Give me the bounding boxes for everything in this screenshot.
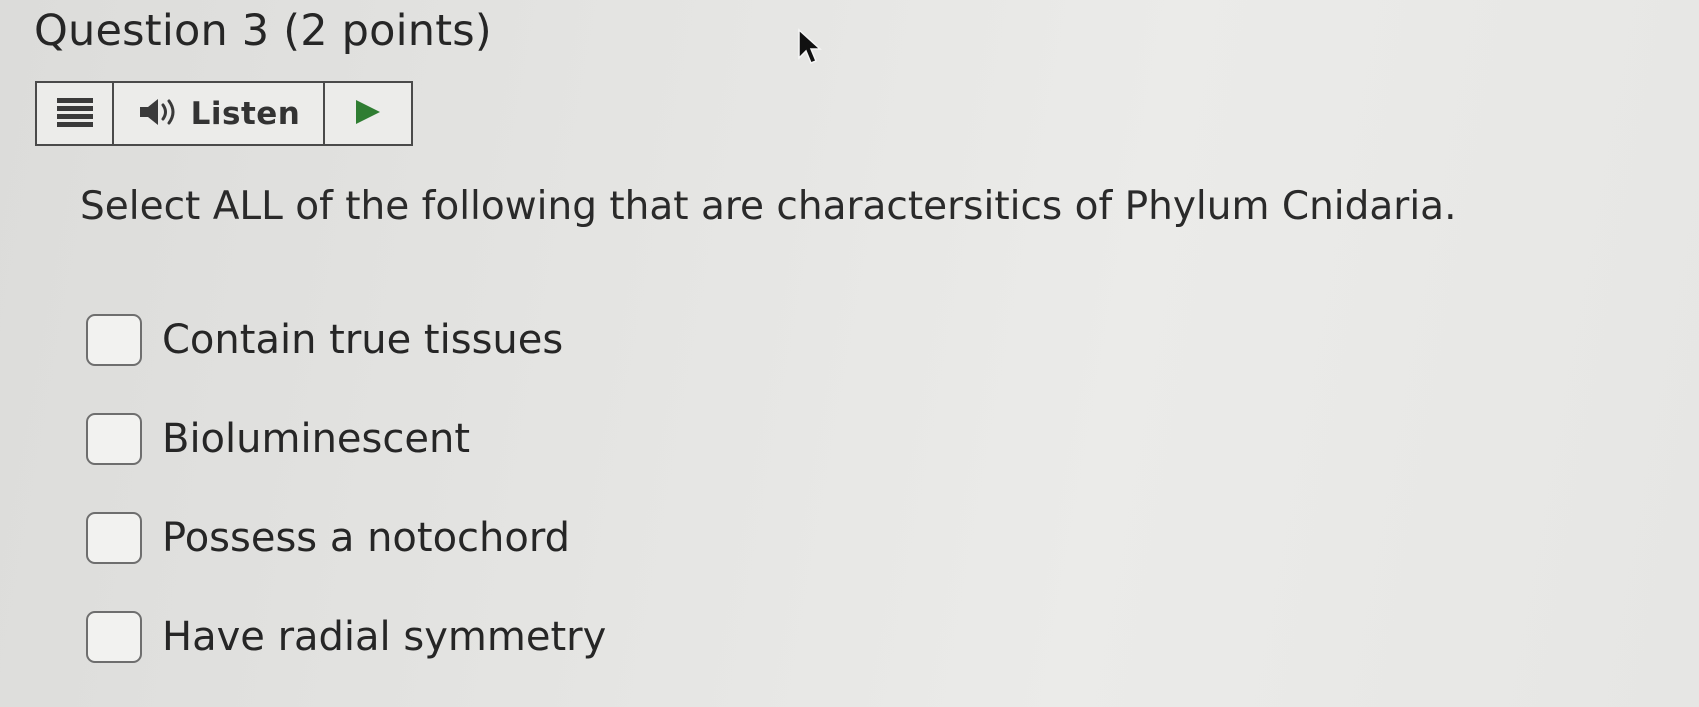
option-label: Possess a notochord (162, 515, 571, 561)
menu-button[interactable] (37, 83, 114, 144)
listen-label: Listen (190, 95, 301, 132)
question-prompt: Select ALL of the following that are cha… (80, 184, 1457, 229)
readspeaker-toolbar: Listen (35, 81, 413, 146)
mouse-cursor-icon (797, 28, 823, 70)
option-label: Have radial symmetry (162, 614, 607, 660)
checkbox[interactable] (86, 314, 142, 366)
checkbox[interactable] (86, 512, 142, 564)
option-label: Contain true tissues (162, 317, 564, 363)
play-button[interactable] (325, 83, 411, 144)
listen-button[interactable]: Listen (114, 83, 325, 144)
speaker-icon (137, 96, 181, 132)
answer-options: Contain true tissues Bioluminescent Poss… (86, 310, 606, 706)
question-title: Question 3 (2 points) (34, 6, 492, 56)
option-possess-a-notochord[interactable]: Possess a notochord (86, 508, 606, 568)
hamburger-menu-icon (55, 95, 95, 133)
option-label: Bioluminescent (162, 416, 471, 462)
option-bioluminescent[interactable]: Bioluminescent (86, 409, 606, 469)
checkbox[interactable] (86, 413, 142, 465)
option-contain-true-tissues[interactable]: Contain true tissues (86, 310, 606, 370)
play-icon (352, 97, 384, 131)
option-have-radial-symmetry[interactable]: Have radial symmetry (86, 607, 606, 667)
checkbox[interactable] (86, 611, 142, 663)
